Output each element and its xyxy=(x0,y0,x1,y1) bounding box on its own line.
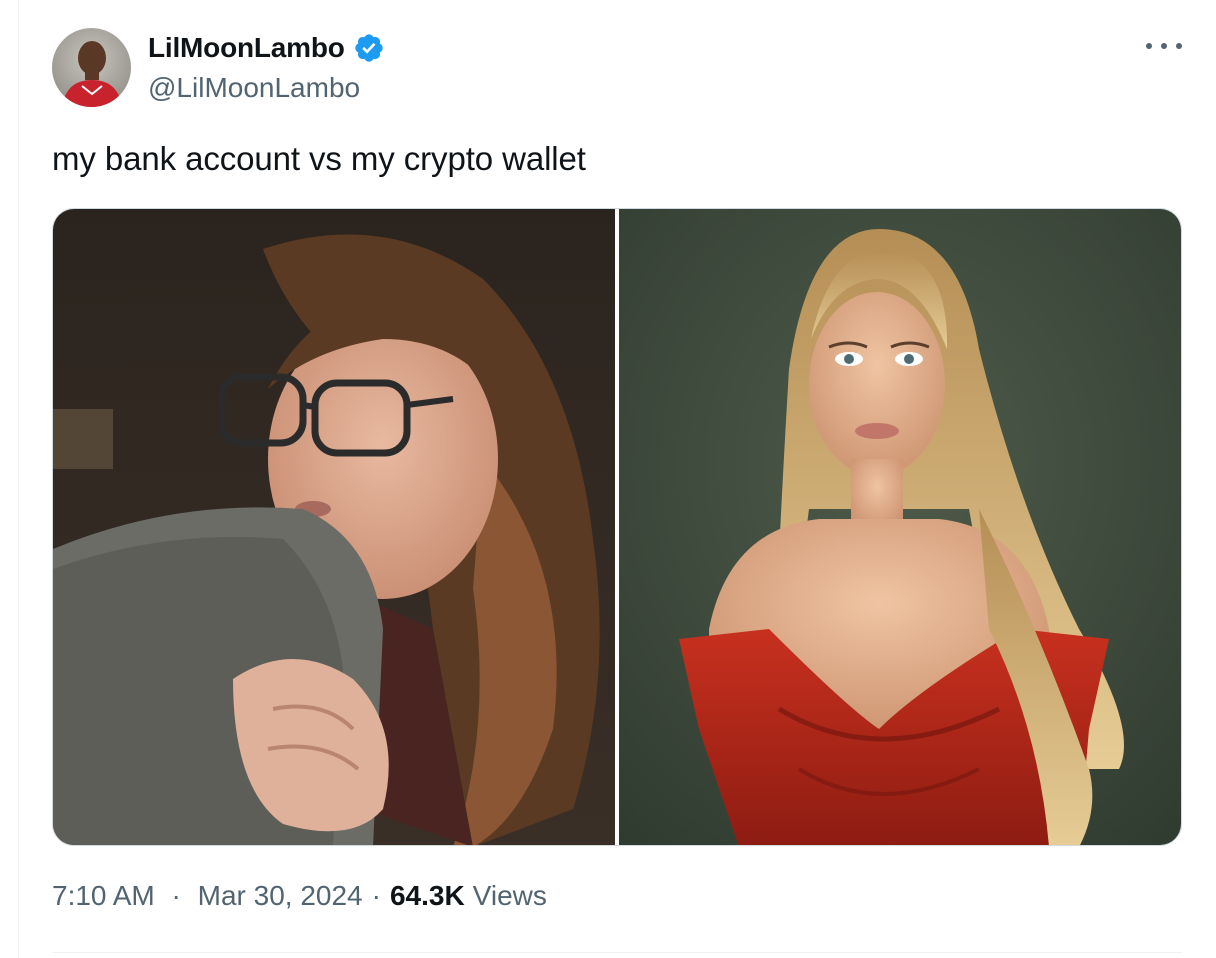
photo-right-image xyxy=(619,209,1181,845)
views-label: Views xyxy=(472,880,547,911)
author-handle[interactable]: @LilMoonLambo xyxy=(148,72,360,104)
author-avatar[interactable] xyxy=(52,28,131,107)
divider xyxy=(52,952,1182,953)
verified-badge-icon xyxy=(353,32,385,64)
meta-separator: · xyxy=(171,880,181,911)
views-count: 64.3K xyxy=(389,880,465,911)
tweet-date: Mar 30, 2024 xyxy=(197,880,363,911)
media-photo-left[interactable] xyxy=(53,209,615,845)
tweet-text: my bank account vs my crypto wallet xyxy=(52,140,586,177)
tweet-meta: 7:10 AM · Mar 30, 2024 · 64.3K Views xyxy=(52,880,547,912)
photo-left-image xyxy=(53,209,615,845)
tweet-media-grid xyxy=(52,208,1182,846)
media-photo-right[interactable] xyxy=(619,209,1181,845)
author-name-row: LilMoonLambo xyxy=(148,30,385,66)
tweet-timestamp-link[interactable]: 7:10 AM · Mar 30, 2024 xyxy=(52,880,363,912)
avatar-image xyxy=(52,28,131,107)
author-display-name[interactable]: LilMoonLambo xyxy=(148,32,345,64)
tweet-time: 7:10 AM xyxy=(52,880,155,911)
more-options-icon[interactable] xyxy=(1146,34,1182,58)
meta-separator: · xyxy=(371,880,381,911)
